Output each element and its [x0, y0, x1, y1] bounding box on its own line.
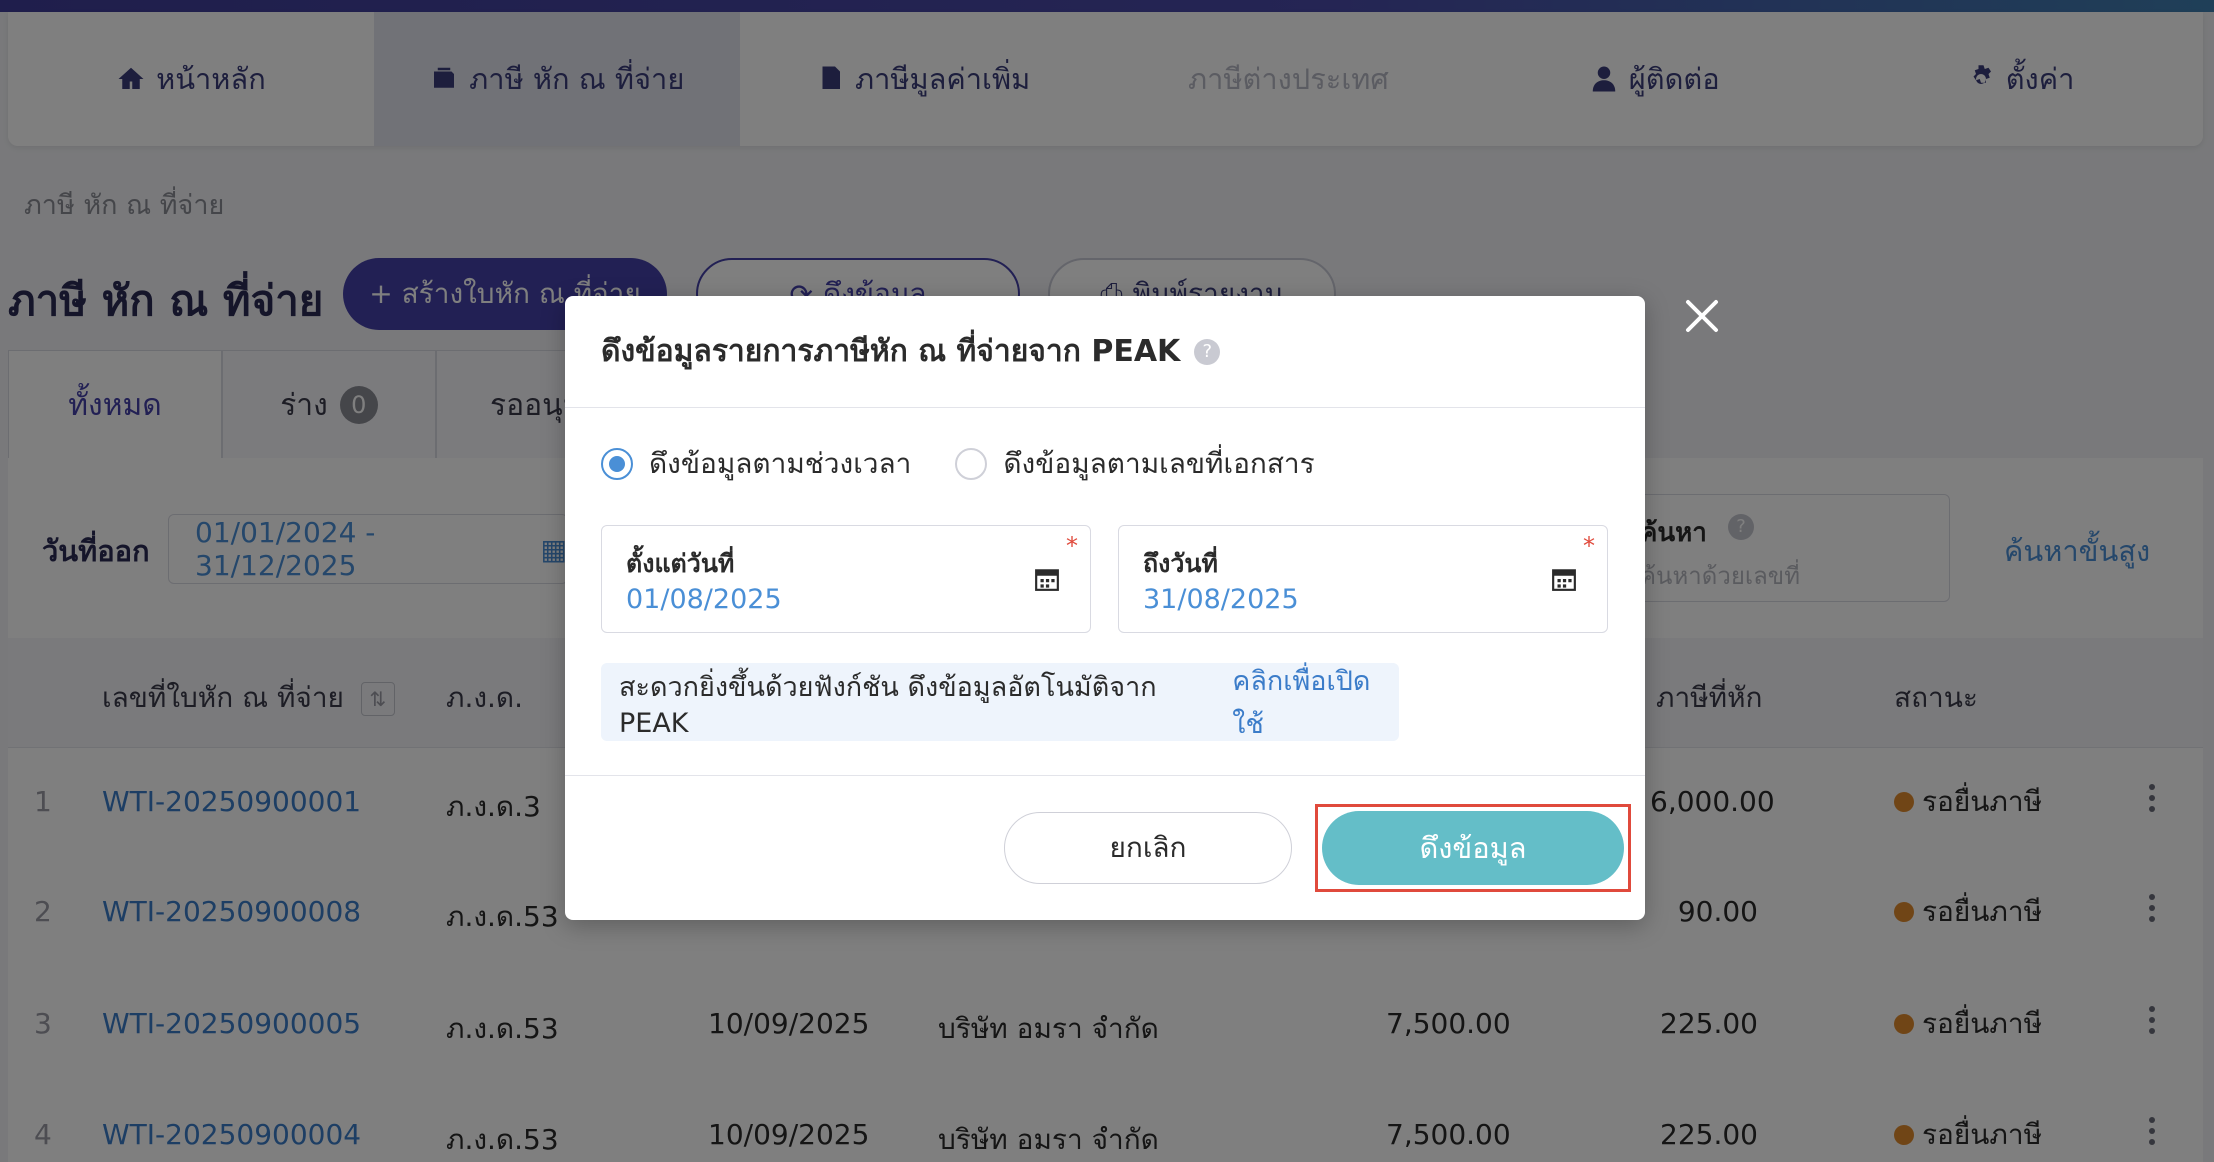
radio-by-period-label: ดึงข้อมูลตามช่วงเวลา [649, 447, 912, 480]
required-mark: * [1066, 532, 1078, 560]
from-date-label: ตั้งแต่วันที่ [626, 549, 735, 578]
to-date-field[interactable]: ถึงวันที่ 31/08/2025 * [1118, 525, 1608, 633]
radio-by-document[interactable]: ดึงข้อมูลตามเลขที่เอกสาร [955, 442, 1315, 486]
radio-unchecked-icon[interactable] [955, 448, 988, 480]
help-icon[interactable]: ? [1194, 338, 1221, 365]
modal-footer-divider [565, 775, 1645, 776]
from-date-value[interactable]: 01/08/2025 [626, 584, 782, 615]
fetch-mode-group: ดึงข้อมูลตามช่วงเวลา ดึงข้อมูลตามเลขที่เ… [601, 442, 1315, 486]
modal-title: ดึงข้อมูลรายการภาษีหัก ณ ที่จ่ายจาก PEAK [601, 334, 1181, 369]
auto-fetch-info-text: สะดวกยิ่งขึ้นด้วยฟังก์ชัน ดึงข้อมูลอัตโน… [619, 672, 1157, 739]
modal-header: ดึงข้อมูลรายการภาษีหัก ณ ที่จ่ายจาก PEAK… [565, 296, 1645, 408]
enable-auto-fetch-link[interactable]: คลิกเพื่อเปิดใช้ [1232, 659, 1399, 745]
radio-checked-icon[interactable] [601, 448, 633, 480]
radio-by-period[interactable]: ดึงข้อมูลตามช่วงเวลา [601, 442, 911, 486]
radio-by-document-label: ดึงข้อมูลตามเลขที่เอกสาร [1003, 447, 1315, 480]
to-date-label: ถึงวันที่ [1143, 549, 1218, 578]
from-date-field[interactable]: ตั้งแต่วันที่ 01/08/2025 * [601, 525, 1091, 633]
confirm-fetch-button[interactable]: ดึงข้อมูล [1322, 811, 1624, 885]
required-mark: * [1583, 532, 1595, 560]
cancel-button[interactable]: ยกเลิก [1004, 812, 1292, 884]
fetch-data-modal: ดึงข้อมูลรายการภาษีหัก ณ ที่จ่ายจาก PEAK… [565, 296, 1645, 920]
calendar-icon[interactable] [1034, 566, 1060, 592]
to-date-value[interactable]: 31/08/2025 [1143, 584, 1299, 615]
auto-fetch-info: สะดวกยิ่งขึ้นด้วยฟังก์ชัน ดึงข้อมูลอัตโน… [601, 663, 1399, 741]
close-icon[interactable] [1682, 296, 1722, 336]
calendar-icon[interactable] [1551, 566, 1577, 592]
